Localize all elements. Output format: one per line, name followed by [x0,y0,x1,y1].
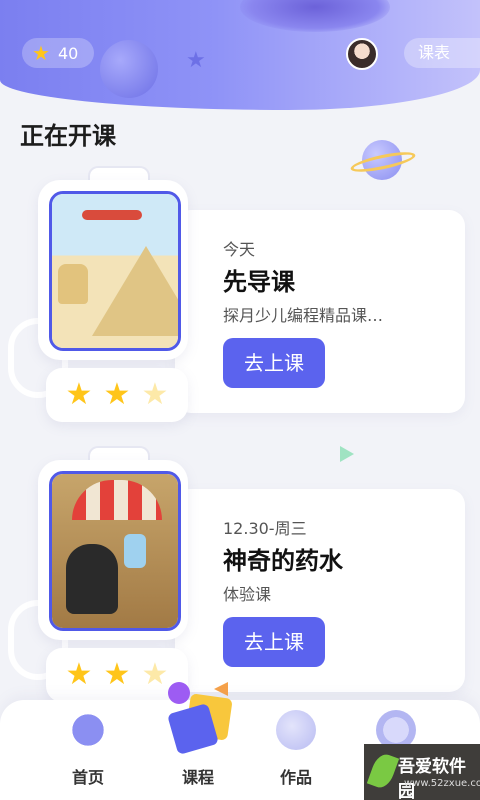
star-empty-icon: ★ [141,377,169,412]
nav-item-home[interactable]: 首页 [42,700,132,800]
go-to-class-button[interactable]: 去上课 [223,617,325,667]
course-name: 神奇的药水 [223,547,343,575]
watermark-logo: 吾爱软件园 www.52zxue.com [364,744,480,800]
course-description: 体验课 [223,585,272,604]
moon-icon [276,710,316,750]
course-description: 探月少儿编程精品课… [223,306,384,325]
planet-decoration [100,40,158,98]
user-avatar[interactable] [346,38,378,70]
potion-bottle-illustration [124,534,146,568]
nav-label: 首页 [71,768,104,787]
sphinx-illustration [58,264,88,304]
parachute-illustration [72,480,162,520]
star-rating: ★ ★ ★ [46,648,188,702]
course-date: 12.30-周三 [223,519,307,538]
book-icon [167,682,233,755]
star-rating: ★ ★ ★ [46,368,188,422]
pyramid-illustration [92,246,178,336]
star-decoration-icon: ★ [186,48,206,73]
course-thumbnail [49,471,181,631]
course-card[interactable]: 今天 先导课 探月少儿编程精品课… 去上课 [175,210,465,413]
ninja-illustration [66,544,118,614]
section-title: 正在开课 [20,122,116,150]
course-thumbnail-robot[interactable]: ★ ★ ★ [38,446,188,720]
ufo-decoration [240,0,390,32]
course-name: 先导课 [223,268,295,296]
star-filled-icon: ★ [103,377,131,412]
star-filled-icon: ★ [65,657,93,692]
nav-label: 课程 [181,768,214,787]
schedule-button[interactable]: 课表 [404,38,480,68]
watermark-url: www.52zxue.com [404,778,480,789]
star-filled-icon: ★ [65,377,93,412]
nav-item-courses[interactable]: 课程 [152,682,242,800]
go-to-class-button[interactable]: 去上课 [223,338,325,388]
coin-count: 40 [57,43,79,63]
star-coin-counter[interactable]: ★ 40 [22,38,94,68]
star-filled-icon: ★ [103,657,131,692]
leaf-icon [366,751,400,791]
watermark-title: 吾爱软件园 [398,757,466,800]
course-thumbnail-robot[interactable]: ★ ★ ★ [38,166,188,440]
nav-item-works[interactable]: 作品 [250,700,340,800]
pyramid-scene-image [52,194,178,348]
star-icon: ★ [32,41,50,65]
course-thumbnail [49,191,181,351]
potion-scene-image [52,474,178,628]
nav-label: 作品 [279,768,312,787]
course-date: 今天 [223,240,256,259]
course-card[interactable]: 12.30-周三 神奇的药水 体验课 去上课 [175,489,465,692]
rocket-icon [68,710,108,750]
star-empty-icon: ★ [141,657,169,692]
drone-illustration [82,210,142,220]
triangle-decoration [340,446,354,462]
